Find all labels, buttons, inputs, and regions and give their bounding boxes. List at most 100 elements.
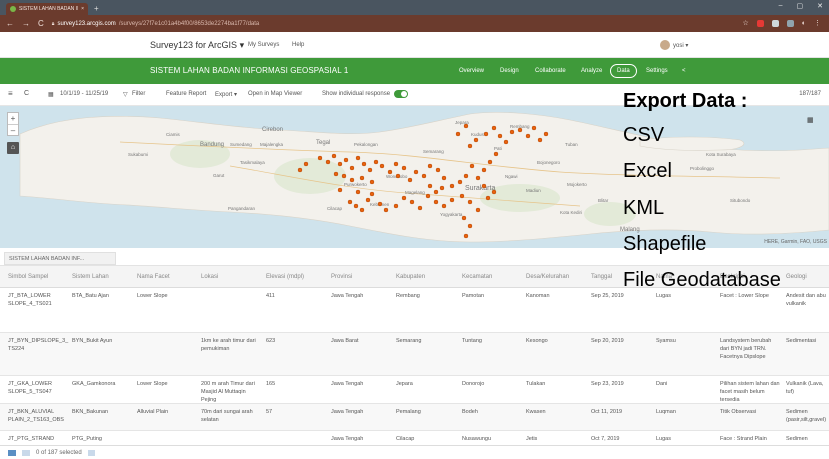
home-button[interactable]: ⌂ (7, 142, 19, 154)
column-header[interactable]: Kecamatan (462, 274, 492, 280)
observation-point-marker[interactable] (413, 169, 419, 175)
observation-point-marker[interactable] (369, 191, 375, 197)
forward-arrow-icon[interactable]: → (22, 19, 30, 28)
observation-point-marker[interactable] (459, 193, 465, 199)
observation-point-marker[interactable] (369, 179, 375, 185)
observation-point-marker[interactable] (325, 159, 331, 165)
observation-point-marker[interactable] (485, 195, 491, 201)
tab-close-icon[interactable]: × (81, 6, 84, 12)
observation-point-marker[interactable] (427, 183, 433, 189)
observation-point-marker[interactable] (353, 203, 359, 209)
observation-point-marker[interactable] (337, 161, 343, 167)
observation-point-marker[interactable] (349, 177, 355, 183)
observation-point-marker[interactable] (475, 175, 481, 181)
date-range[interactable]: 10/1/19 - 11/25/19 (60, 91, 108, 97)
observation-point-marker[interactable] (509, 129, 515, 135)
filter-button[interactable]: Filter (132, 91, 145, 97)
observation-point-marker[interactable] (467, 199, 473, 205)
observation-point-marker[interactable] (517, 127, 523, 133)
extension-red-icon[interactable] (756, 19, 764, 27)
app-title[interactable]: Survey123 for ArcGIS ▾ (150, 40, 244, 51)
observation-point-marker[interactable] (435, 167, 441, 173)
zoom-in-button[interactable]: + (8, 113, 18, 124)
column-header[interactable]: Simbol Sampel (8, 274, 48, 280)
table-row[interactable]: JT_GKA_LOWER SLOPE_5_TS047 GKA_Gamkonora L… (0, 376, 829, 404)
back-arrow-icon[interactable]: ← (6, 19, 14, 28)
observation-point-marker[interactable] (333, 171, 339, 177)
column-header[interactable]: Provinsi (331, 274, 352, 280)
star-icon[interactable]: ☆ (742, 19, 748, 27)
observation-point-marker[interactable] (531, 125, 537, 131)
observation-point-marker[interactable] (491, 125, 497, 131)
reload-icon[interactable]: C (38, 19, 44, 28)
tab-design[interactable]: Design (500, 68, 519, 74)
profile-icon[interactable]: ◐ (802, 20, 806, 27)
observation-point-marker[interactable] (475, 207, 481, 213)
observation-point-marker[interactable] (433, 199, 439, 205)
observation-point-marker[interactable] (373, 159, 379, 165)
tab-settings[interactable]: Settings (646, 68, 668, 74)
open-map-viewer-button[interactable]: Open in Map Viewer (248, 91, 302, 97)
observation-point-marker[interactable] (427, 163, 433, 169)
observation-point-marker[interactable] (439, 185, 445, 191)
observation-point-marker[interactable] (417, 205, 423, 211)
table-row[interactable]: JT_BKN_ALUVIAL PLAIN_2_TS163_OBS BKN_Baku… (0, 404, 829, 431)
table-row[interactable]: JT_BYN_DIPSLOPE_3_ TS224 BYN_Bukit Ayun 1k… (0, 333, 829, 376)
list-view-icon[interactable] (22, 449, 30, 456)
observation-point-marker[interactable] (359, 207, 365, 213)
observation-point-marker[interactable] (421, 173, 427, 179)
observation-point-marker[interactable] (383, 207, 389, 213)
observation-point-marker[interactable] (343, 157, 349, 163)
observation-point-marker[interactable] (355, 155, 361, 161)
table-view-icon[interactable] (8, 449, 16, 456)
observation-point-marker[interactable] (393, 161, 399, 167)
tab-data[interactable]: Data (610, 64, 637, 78)
observation-point-marker[interactable] (401, 195, 407, 201)
user-menu[interactable]: yosi ▾ (660, 40, 688, 50)
column-header[interactable]: Sistem Lahan (72, 274, 109, 280)
url-field[interactable]: 🔒︎ survey123.arcgis.com/surveys/27f7e1c0… (52, 21, 259, 27)
observation-point-marker[interactable] (393, 203, 399, 209)
observation-point-marker[interactable] (467, 223, 473, 229)
column-header[interactable]: Kabupaten (396, 274, 425, 280)
observation-point-marker[interactable] (487, 159, 493, 165)
observation-point-marker[interactable] (463, 173, 469, 179)
observation-point-marker[interactable] (361, 161, 367, 167)
observation-point-marker[interactable] (395, 173, 401, 179)
column-header[interactable]: Elevasi (mdpl) (266, 274, 304, 280)
extension-grey-icon[interactable] (771, 19, 779, 27)
observation-point-marker[interactable] (377, 201, 383, 207)
export-button[interactable]: Export ▾ (215, 91, 237, 98)
share-icon[interactable]: < (682, 68, 686, 74)
observation-point-marker[interactable] (365, 197, 371, 203)
observation-point-marker[interactable] (425, 193, 431, 199)
observation-point-marker[interactable] (409, 199, 415, 205)
observation-point-marker[interactable] (449, 197, 455, 203)
observation-point-marker[interactable] (483, 131, 489, 137)
new-tab-button[interactable]: + (94, 4, 99, 13)
observation-point-marker[interactable] (441, 203, 447, 209)
feature-report-button[interactable]: Feature Report (166, 91, 206, 97)
maximize-button[interactable]: ▢ (797, 2, 804, 10)
observation-point-marker[interactable] (303, 161, 309, 167)
column-header[interactable]: Desa/Kelurahan (526, 274, 569, 280)
hamburger-menu-icon[interactable]: ≡ (8, 89, 13, 98)
observation-point-marker[interactable] (463, 123, 469, 129)
observation-point-marker[interactable] (359, 175, 365, 181)
observation-point-marker[interactable] (355, 189, 361, 195)
observation-point-marker[interactable] (331, 153, 337, 159)
observation-point-marker[interactable] (543, 131, 549, 137)
filter-icon[interactable]: ▽ (123, 91, 128, 98)
observation-point-marker[interactable] (463, 233, 469, 239)
observation-point-marker[interactable] (401, 165, 407, 171)
observation-point-marker[interactable] (367, 167, 373, 173)
observation-point-marker[interactable] (347, 199, 353, 205)
observation-point-marker[interactable] (387, 169, 393, 175)
observation-point-marker[interactable] (493, 151, 499, 157)
more-menu-icon[interactable]: ⋮ (814, 19, 821, 27)
zoom-out-button[interactable]: – (8, 124, 18, 135)
observation-point-marker[interactable] (457, 179, 463, 185)
observation-point-marker[interactable] (525, 133, 531, 139)
observation-point-marker[interactable] (481, 183, 487, 189)
column-header[interactable]: Tanggal (591, 274, 612, 280)
